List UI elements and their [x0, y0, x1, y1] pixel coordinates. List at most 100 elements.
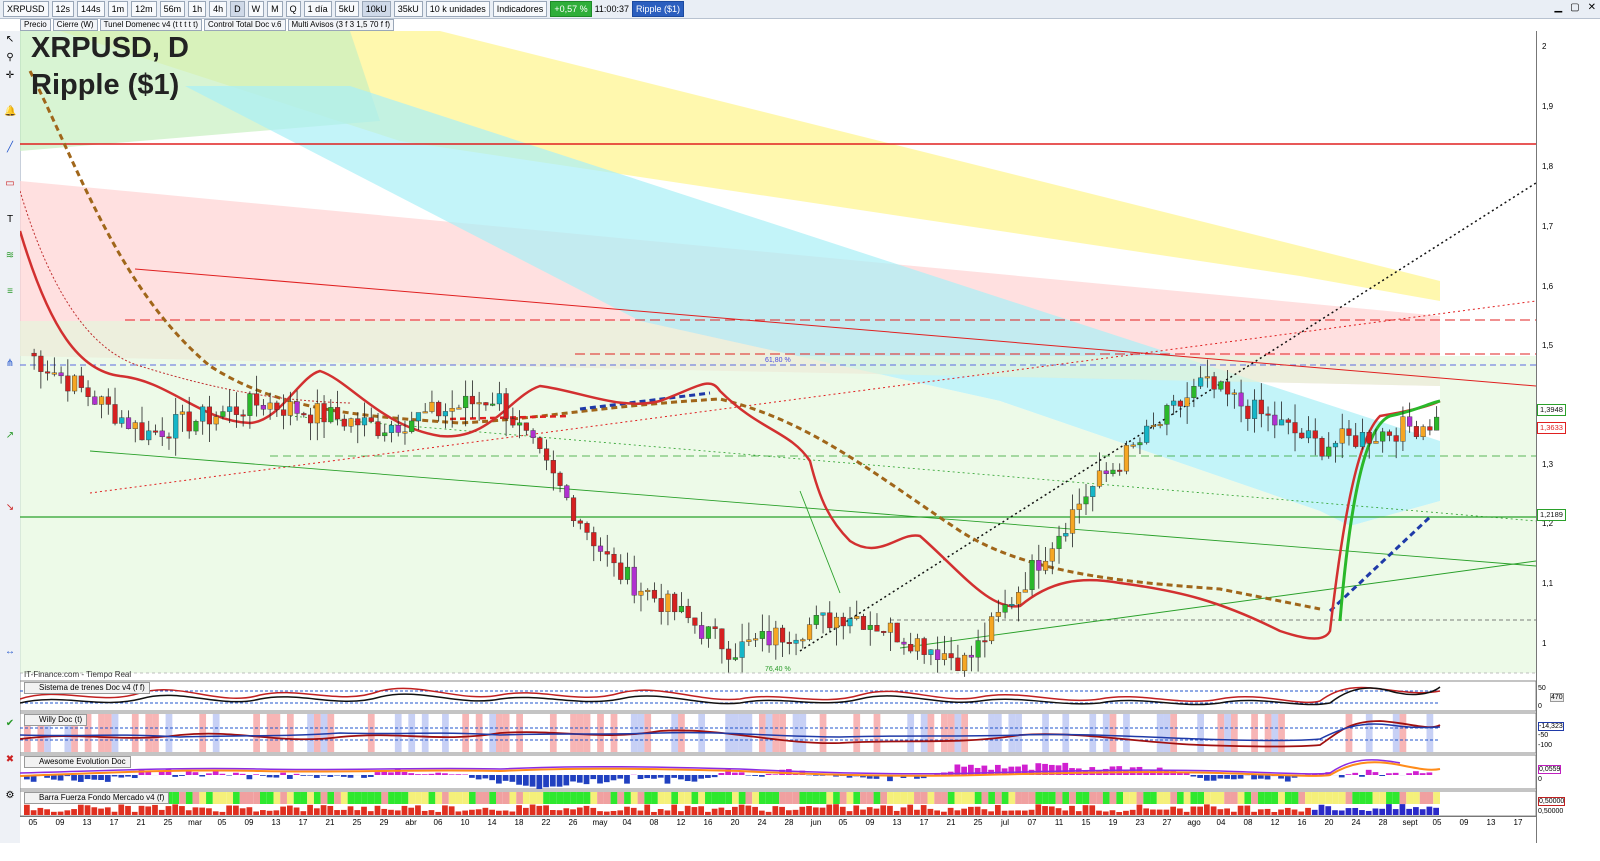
awesome-bar	[1230, 775, 1237, 780]
willy-bg-bar	[1426, 714, 1434, 752]
trend-up-icon[interactable]: ↗	[4, 430, 16, 442]
indicators-button[interactable]: Indicadores	[492, 1, 548, 17]
candle-body	[618, 562, 624, 580]
pitchfork-tool-icon[interactable]: ⋔	[4, 358, 16, 370]
willy-bg-bar	[273, 714, 281, 752]
candle-body	[503, 393, 509, 419]
strength-volume-bar	[1291, 809, 1298, 815]
unit-10ku[interactable]: 10kU	[361, 1, 391, 17]
timeframe-m[interactable]: M	[267, 1, 283, 17]
chip-control-total[interactable]: Control Total Doc v.6	[203, 19, 286, 31]
date-label: 13	[82, 818, 92, 827]
timeframe-d[interactable]: D	[230, 1, 245, 17]
timeframe-q[interactable]: Q	[285, 1, 301, 17]
chip-close[interactable]: Cierre (W)	[52, 19, 98, 31]
chip-multi-avisos[interactable]: Multi Avisos (3 f 3 1,5 70 f f)	[287, 19, 395, 31]
candle-body	[989, 616, 995, 642]
period-selector[interactable]: 1 día	[303, 1, 332, 17]
strength-bar	[327, 792, 335, 804]
date-label: jun	[810, 818, 822, 827]
strength-volume-bar	[651, 811, 657, 815]
timeframe-1h[interactable]: 1h	[188, 1, 207, 17]
cursor-icon[interactable]: ↖	[4, 34, 16, 46]
strength-bar	[1156, 792, 1164, 804]
timeframe-12m[interactable]: 12m	[131, 1, 157, 17]
candle-body	[328, 407, 334, 423]
p3-axis-0: 0	[1538, 776, 1542, 783]
date-label: 23	[1135, 818, 1145, 827]
measure-tool-icon[interactable]: ↔	[4, 646, 16, 658]
close-icon[interactable]: ✕	[1588, 2, 1596, 13]
strength-bar	[576, 792, 584, 804]
candle-body	[1063, 533, 1069, 537]
timeframe-w[interactable]: W	[247, 1, 265, 17]
rectangle-tool-icon[interactable]: ▭	[4, 178, 16, 190]
awesome-bar	[502, 775, 509, 781]
willy-bg-bar	[576, 714, 584, 752]
candle-body	[240, 414, 246, 417]
window-controls: ▁ ▢ ✕	[1554, 2, 1596, 13]
strength-volume-bar	[233, 805, 239, 815]
strength-bar	[657, 792, 665, 804]
line-tool-icon[interactable]: ╱	[4, 142, 16, 154]
timeframe-144s[interactable]: 144s	[77, 1, 105, 17]
awesome-bar	[1345, 774, 1352, 775]
candle-body	[247, 393, 253, 416]
strength-bar	[1015, 792, 1022, 804]
panel-header-willy[interactable]: Willy Doc (t)	[24, 714, 88, 726]
text-tool-icon[interactable]: T	[4, 214, 16, 226]
unit-35ku[interactable]: 35kU	[393, 1, 423, 17]
timeframe-56m[interactable]: 56m	[159, 1, 186, 17]
check-icon[interactable]: ✔	[4, 718, 16, 730]
symbol-selector[interactable]: XRPUSD	[3, 1, 49, 17]
awesome-bar	[327, 775, 334, 777]
timeframe-12s[interactable]: 12s	[51, 1, 75, 17]
price-chart[interactable]: 61,80 % 76,40 %	[20, 31, 1536, 843]
strength-volume-bar	[1210, 806, 1217, 815]
quantity-selector[interactable]: 10 k unidades	[425, 1, 490, 17]
delete-drawings-icon[interactable]: ✖	[4, 754, 16, 766]
strength-volume-bar	[1028, 809, 1035, 815]
strength-bar	[887, 792, 894, 804]
chip-tunel[interactable]: Tunel Domenec v4 (t t t t t)	[99, 19, 202, 31]
candle-body	[1016, 592, 1022, 605]
strength-bar	[1426, 792, 1434, 804]
settings-icon[interactable]: ⚙	[4, 790, 16, 802]
fibonacci-tool-icon[interactable]: ≡	[4, 286, 16, 298]
panel-header-awesome[interactable]: Awesome Evolution Doc	[24, 756, 131, 768]
candle-body	[1413, 426, 1419, 437]
crosshair-icon[interactable]: ✛	[4, 70, 16, 82]
zoom-icon[interactable]: ⚲	[4, 52, 16, 64]
panel-header-fuerza[interactable]: Barra Fuerza Fondo Mercado v4 (f)	[24, 792, 170, 804]
chip-price[interactable]: Precio	[20, 19, 51, 31]
willy-bg-bar	[1163, 714, 1171, 752]
awesome-bar	[448, 774, 455, 775]
unit-5ku[interactable]: 5kU	[334, 1, 359, 17]
strength-bar	[705, 792, 712, 804]
candle-body	[1265, 413, 1271, 416]
trend-down-icon[interactable]: ↘	[4, 502, 16, 514]
awesome-bar	[664, 775, 671, 784]
timeframe-1m[interactable]: 1m	[107, 1, 129, 17]
panel-header-trenes[interactable]: Sistema de trenes Doc v4 (f f)	[24, 682, 150, 694]
timeframe-4h[interactable]: 4h	[209, 1, 228, 17]
candle-body	[1090, 486, 1096, 497]
candle-body	[806, 624, 813, 640]
candle-body	[1278, 419, 1285, 426]
willy-bg-bar	[165, 714, 173, 752]
restore-icon[interactable]: ▢	[1570, 2, 1579, 13]
strength-bar	[583, 792, 591, 804]
candle-body	[557, 472, 563, 486]
alert-bell-icon[interactable]: 🔔	[4, 106, 16, 118]
strength-bar	[758, 792, 766, 804]
awesome-bar	[462, 774, 469, 775]
candle-body	[591, 532, 597, 547]
channel-tool-icon[interactable]: ≋	[4, 250, 16, 262]
candle-body	[321, 403, 327, 423]
minimize-icon[interactable]: ▁	[1554, 2, 1562, 13]
candle-body	[544, 448, 550, 461]
strength-bar	[1365, 792, 1373, 804]
candle-body	[1150, 425, 1156, 428]
date-label: 11	[1054, 818, 1064, 827]
candle-body	[759, 631, 765, 639]
